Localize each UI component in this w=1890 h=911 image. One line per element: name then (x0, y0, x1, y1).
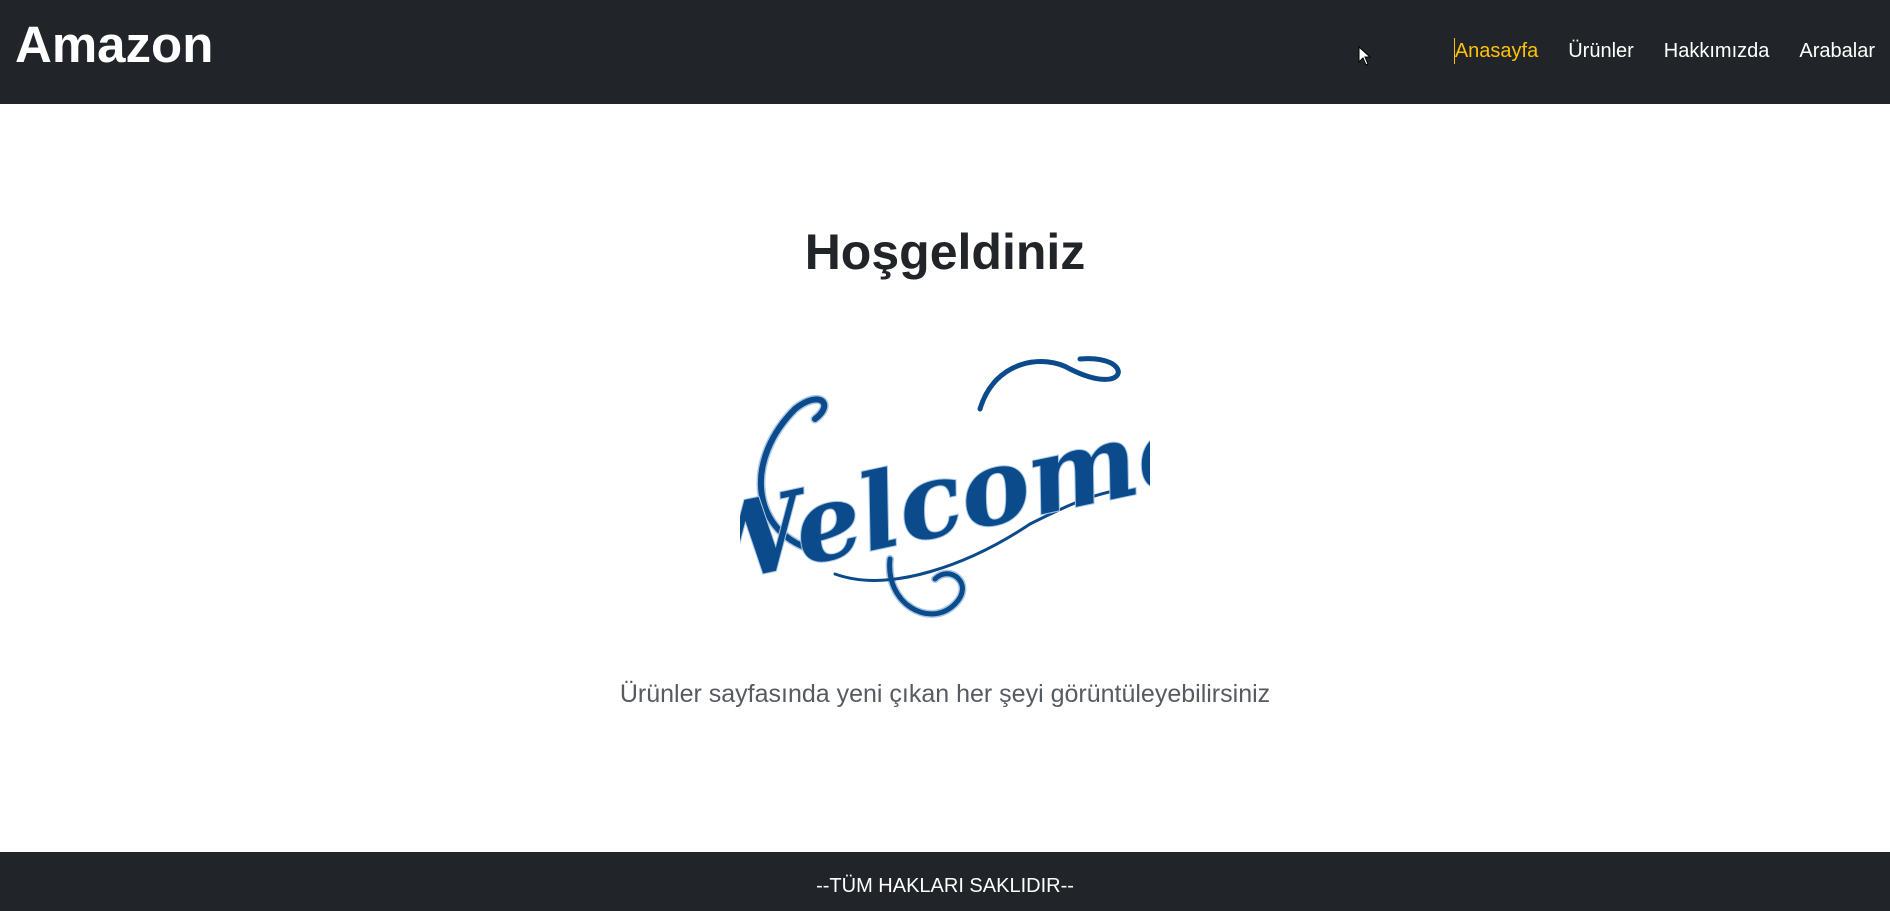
nav-link-urunler[interactable]: Ürünler (1568, 38, 1634, 64)
nav-links: Anasayfa Ürünler Hakkımızda Arabalar (1453, 38, 1875, 64)
hero-subtitle: Ürünler sayfasında yeni çıkan her şeyi g… (619, 680, 1271, 708)
welcome-script-image: Welcome (740, 356, 1150, 618)
nav-link-hakkimizda[interactable]: Hakkımızda (1664, 38, 1770, 64)
footer-copyright: --TÜM HAKLARI SAKLIDIR-- (816, 875, 1074, 897)
footer: --TÜM HAKLARI SAKLIDIR-- (0, 852, 1890, 911)
navbar: Amazon Anasayfa Ürünler Hakkımızda Araba… (0, 0, 1890, 104)
nav-link-arabalar[interactable]: Arabalar (1799, 38, 1875, 64)
mouse-pointer-icon (1358, 46, 1372, 66)
brand-logo[interactable]: Amazon (15, 14, 213, 75)
hero-section: Hoşgeldiniz Welcome Ürünler sayfasında y… (0, 104, 1890, 852)
nav-link-anasayfa[interactable]: Anasayfa (1453, 38, 1538, 64)
page-title: Hoşgeldiniz (804, 224, 1086, 280)
